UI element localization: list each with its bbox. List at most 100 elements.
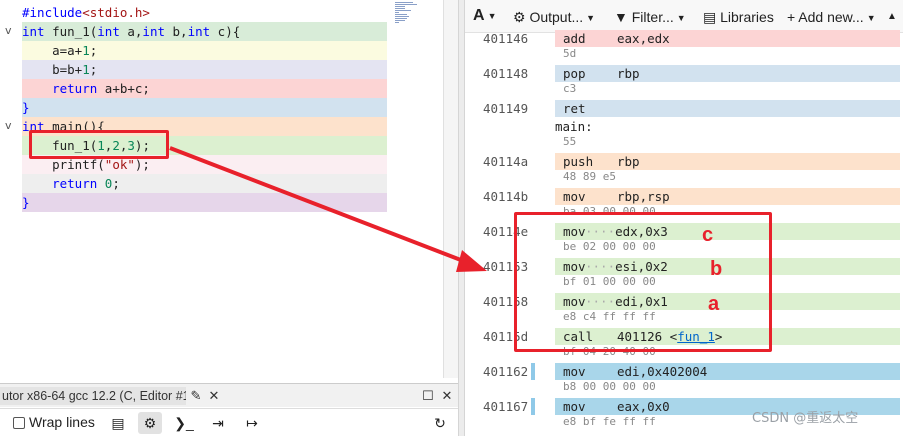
minimap-line — [395, 20, 405, 21]
book-icon[interactable]: ▤ — [106, 412, 130, 434]
code-line[interactable]: a=a+1; — [22, 41, 387, 60]
chevron-down-icon: ▼ — [487, 11, 497, 21]
asm-address: 401148 — [483, 66, 529, 81]
code-token: } — [22, 100, 30, 115]
asm-instruction[interactable]: add eax,edx — [555, 30, 900, 47]
asm-operand-text: edi,0x402004 — [617, 364, 708, 379]
asm-opcode: ret — [563, 101, 586, 116]
minimap-line — [395, 14, 407, 15]
opcode-bytes: e8 bf fe ff ff — [563, 415, 656, 428]
code-token: ; — [89, 62, 98, 77]
code-token: printf( — [22, 157, 105, 172]
asm-operand-text: eax,edx — [617, 31, 670, 46]
maximize-icon[interactable]: ☐ — [420, 387, 436, 405]
terminal-icon[interactable]: ❯_ — [172, 412, 196, 434]
code-token: ); — [134, 157, 150, 172]
asm-label: main: — [555, 119, 593, 134]
minimap-line — [395, 8, 405, 9]
filter-menu-button[interactable]: ▼ Filter... ▼ — [614, 8, 686, 26]
code-line[interactable]: } — [22, 193, 387, 212]
asm-opcode: add — [563, 31, 586, 46]
asm-operands: eax,0x0 — [617, 398, 670, 415]
asm-address: 401167 — [483, 399, 529, 414]
minimap-line — [395, 12, 399, 13]
code-token: return — [22, 176, 98, 191]
asm-address: 401146 — [483, 31, 529, 46]
watermark: CSDN @重返太空 — [752, 411, 859, 426]
code-line[interactable]: b=b+1; — [22, 60, 387, 79]
minimap-line — [395, 22, 399, 23]
opcode-bytes: b8 00 00 00 00 — [563, 380, 656, 393]
asm-opcode: mov — [563, 364, 586, 379]
asm-opcode: push — [563, 154, 594, 169]
code-token: b=b+ — [22, 62, 83, 77]
asm-instruction[interactable]: push rbp — [555, 153, 900, 170]
code-token: return — [22, 81, 98, 96]
settings-icon[interactable]: ⚙ — [138, 412, 162, 434]
asm-address: 40114a — [483, 154, 529, 169]
code-token: ; — [89, 43, 98, 58]
asm-instruction[interactable]: mov rbp,rsp — [555, 188, 900, 205]
libraries-label: Libraries — [720, 9, 774, 25]
code-token: } — [22, 195, 30, 210]
minimap-line — [395, 2, 413, 3]
output-menu-button[interactable]: ⚙ Output... ▼ — [513, 8, 595, 26]
code-line[interactable]: return 0; — [22, 174, 387, 193]
asm-address: 401162 — [483, 364, 529, 379]
asm-instruction[interactable]: mov edi,0x402004 — [555, 363, 900, 380]
refresh-icon[interactable]: ↻ — [428, 412, 452, 434]
pane-close-icon[interactable]: ✕ — [439, 387, 455, 405]
code-token: a, — [119, 24, 143, 39]
asm-opcode: pop — [563, 66, 586, 81]
asm-opcode: mov — [563, 399, 586, 414]
add-new-label: Add new... — [798, 9, 864, 25]
code-editor[interactable]: #include<stdio.h> v int fun_1(int a,int b,… — [0, 0, 458, 378]
more-icon[interactable]: ▲ — [887, 8, 897, 26]
asm-instruction[interactable]: pop rbp — [555, 65, 900, 82]
code-token: "ok" — [104, 157, 135, 172]
assembly-toolbar: A ▼ ⚙ Output... ▼ ▼ Filter... ▼ ▤ Libraries… — [465, 0, 903, 33]
code-token: ; — [112, 176, 120, 191]
editor-vertical-scrollbar[interactable] — [443, 0, 458, 378]
code-token: <stdio.h> — [82, 5, 150, 20]
chevron-down-icon: ▼ — [586, 13, 596, 23]
fold-toggle-icon[interactable]: v — [5, 24, 15, 37]
compiler-tab-title[interactable]: utor x86-64 gcc 12.2 (C, Editor #1) — [0, 387, 186, 405]
minimap-line — [395, 10, 411, 11]
pane-splitter[interactable] — [458, 0, 465, 436]
asm-instruction[interactable]: ret — [555, 100, 900, 117]
opcode-bytes: 48 89 e5 — [563, 170, 616, 183]
code-token: int — [142, 24, 165, 39]
fold-toggle-icon[interactable]: v — [5, 119, 15, 132]
close-icon[interactable]: ✕ — [206, 387, 222, 405]
add-new-button[interactable]: + Add new... ▼ — [787, 8, 876, 26]
asm-operands: rbp,rsp — [617, 188, 670, 205]
plus-icon: + — [787, 9, 799, 25]
code-token: c){ — [210, 24, 241, 39]
edit-icon[interactable]: ✎ — [188, 387, 204, 405]
code-token: #include — [22, 5, 83, 20]
annotation-a: a — [708, 293, 720, 315]
wrap-lines-checkbox[interactable] — [13, 417, 25, 429]
font-size-button[interactable]: A ▼ — [473, 7, 496, 25]
annotation-c: c — [702, 224, 714, 246]
asm-operand-text: rbp — [617, 154, 640, 169]
code-line[interactable]: int fun_1(int a,int b,int c){ — [22, 22, 387, 41]
argument-highlight-box — [514, 212, 772, 352]
compiler-toolbar: Wrap lines ▤ ⚙ ❯_ ⇥ ↦ ↻ — [0, 408, 458, 436]
code-token: 1 — [82, 62, 90, 77]
minimap[interactable] — [395, 2, 435, 26]
filter-label: Filter... — [631, 9, 674, 25]
wrap-lines-label[interactable]: Wrap lines — [29, 414, 95, 430]
asm-operand-text: rbp — [617, 66, 640, 81]
login-icon[interactable]: ⇥ — [206, 412, 230, 434]
code-line[interactable]: } — [22, 98, 387, 117]
libraries-button[interactable]: ▤ Libraries — [703, 8, 774, 26]
code-line[interactable]: return a+b+c; — [22, 79, 387, 98]
logout-icon[interactable]: ↦ — [240, 412, 264, 434]
asm-operands: rbp — [617, 65, 640, 82]
funnel-icon: ▼ — [614, 9, 632, 25]
code-line[interactable]: #include<stdio.h> — [22, 3, 387, 22]
call-highlight-box — [29, 130, 169, 159]
